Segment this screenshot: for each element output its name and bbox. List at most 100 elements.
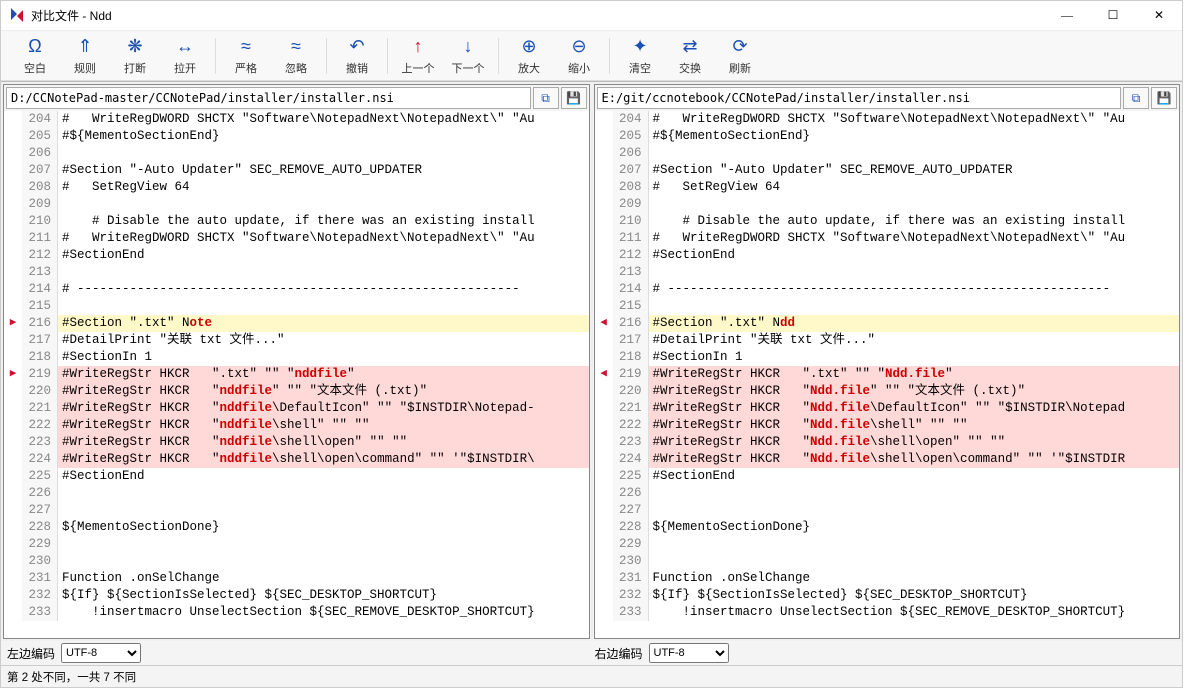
code-line[interactable]: 231Function .onSelChange [595, 570, 1180, 587]
code-line[interactable]: 227 [595, 502, 1180, 519]
code-line[interactable]: 217#DetailPrint "关联 txt 文件..." [4, 332, 589, 349]
rule-btn[interactable]: ⇑规则 [61, 33, 109, 79]
code-line[interactable]: 212#SectionEnd [595, 247, 1180, 264]
swap-btn[interactable]: ⇄交换 [666, 33, 714, 79]
zoomin-btn[interactable]: ⊕放大 [505, 33, 553, 79]
line-text: ${MementoSectionDone} [58, 519, 589, 536]
code-line[interactable]: 206 [4, 145, 589, 162]
code-line[interactable]: 233 !insertmacro UnselectSection ${SEC_R… [4, 604, 589, 621]
code-line[interactable]: 213 [4, 264, 589, 281]
code-line[interactable]: 215 [4, 298, 589, 315]
code-line[interactable]: 217#DetailPrint "关联 txt 文件..." [595, 332, 1180, 349]
line-text: # --------------------------------------… [58, 281, 589, 298]
right-path-input[interactable] [597, 87, 1122, 109]
code-line[interactable]: 228${MementoSectionDone} [4, 519, 589, 536]
code-line[interactable]: 220#WriteRegStr HKCR "nddfile" "" "文本文件 … [4, 383, 589, 400]
code-line[interactable]: 210 # Disable the auto update, if there … [4, 213, 589, 230]
status-bar: 第 2 处不同，一共 7 不同 [1, 665, 1182, 687]
code-line[interactable]: 209 [4, 196, 589, 213]
code-line[interactable]: 223#WriteRegStr HKCR "nddfile\shell\open… [4, 434, 589, 451]
code-line[interactable]: 215 [595, 298, 1180, 315]
code-line[interactable]: ◀216#Section ".txt" Ndd [595, 315, 1180, 332]
code-line[interactable]: 227 [4, 502, 589, 519]
right-code-view[interactable]: 204# WriteRegDWORD SHCTX "Software\Notep… [595, 111, 1180, 638]
code-line[interactable]: 222#WriteRegStr HKCR "Ndd.file\shell" ""… [595, 417, 1180, 434]
code-line[interactable]: 214# -----------------------------------… [4, 281, 589, 298]
code-line[interactable]: 213 [595, 264, 1180, 281]
line-text [58, 536, 589, 553]
left-path-input[interactable] [6, 87, 531, 109]
code-line[interactable]: 206 [595, 145, 1180, 162]
right-save-button[interactable]: 💾 [1151, 87, 1177, 109]
code-line[interactable]: 221#WriteRegStr HKCR "nddfile\DefaultIco… [4, 400, 589, 417]
line-text: #WriteRegStr HKCR "Ndd.file\shell" "" "" [649, 417, 1180, 434]
undo-btn[interactable]: ↶撤销 [333, 33, 381, 79]
code-line[interactable]: 209 [595, 196, 1180, 213]
code-line[interactable]: 232${If} ${SectionIsSelected} ${SEC_DESK… [595, 587, 1180, 604]
code-line[interactable]: 224#WriteRegStr HKCR "Ndd.file\shell\ope… [595, 451, 1180, 468]
code-line[interactable]: 205#${MementoSectionEnd} [595, 128, 1180, 145]
left-encoding-select[interactable]: UTF-8 [61, 643, 141, 663]
code-line[interactable]: 232${If} ${SectionIsSelected} ${SEC_DESK… [4, 587, 589, 604]
code-line[interactable]: 211# WriteRegDWORD SHCTX "Software\Notep… [4, 230, 589, 247]
code-line[interactable]: 223#WriteRegStr HKCR "Ndd.file\shell\ope… [595, 434, 1180, 451]
code-line[interactable]: 214# -----------------------------------… [595, 281, 1180, 298]
code-line[interactable]: 226 [4, 485, 589, 502]
next-btn[interactable]: ↓下一个 [444, 33, 492, 79]
code-line[interactable]: 222#WriteRegStr HKCR "nddfile\shell" "" … [4, 417, 589, 434]
right-encoding-select[interactable]: UTF-8 [649, 643, 729, 663]
line-number: 218 [613, 349, 649, 366]
code-line[interactable]: 224#WriteRegStr HKCR "nddfile\shell\open… [4, 451, 589, 468]
code-line[interactable]: 229 [4, 536, 589, 553]
code-line[interactable]: 208# SetRegView 64 [4, 179, 589, 196]
code-line[interactable]: ▶219#WriteRegStr HKCR ".txt" "" "nddfile… [4, 366, 589, 383]
gutter [4, 502, 22, 519]
code-line[interactable]: 207#Section "-Auto Updater" SEC_REMOVE_A… [595, 162, 1180, 179]
code-line[interactable]: 204# WriteRegDWORD SHCTX "Software\Notep… [595, 111, 1180, 128]
code-line[interactable]: 207#Section "-Auto Updater" SEC_REMOVE_A… [4, 162, 589, 179]
code-line[interactable]: 205#${MementoSectionEnd} [4, 128, 589, 145]
code-line[interactable]: 225#SectionEnd [4, 468, 589, 485]
line-number: 217 [22, 332, 58, 349]
ignore-btn[interactable]: ≈忽略 [272, 33, 320, 79]
code-line[interactable]: 218#SectionIn 1 [595, 349, 1180, 366]
code-line[interactable]: 211# WriteRegDWORD SHCTX "Software\Notep… [595, 230, 1180, 247]
prev-btn[interactable]: ↑上一个 [394, 33, 442, 79]
maximize-button[interactable]: ☐ [1090, 1, 1136, 31]
strict-btn[interactable]: ≈严格 [222, 33, 270, 79]
code-line[interactable]: 218#SectionIn 1 [4, 349, 589, 366]
right-copy-button[interactable]: ⧉ [1123, 87, 1149, 109]
zoomout-btn[interactable]: ⊖缩小 [555, 33, 603, 79]
clear-btn[interactable]: ✦清空 [616, 33, 664, 79]
code-line[interactable]: 212#SectionEnd [4, 247, 589, 264]
minimize-button[interactable]: — [1044, 1, 1090, 31]
line-text: #Section "-Auto Updater" SEC_REMOVE_AUTO… [649, 162, 1180, 179]
left-copy-button[interactable]: ⧉ [533, 87, 559, 109]
code-line[interactable]: 204# WriteRegDWORD SHCTX "Software\Notep… [4, 111, 589, 128]
code-line[interactable]: 229 [595, 536, 1180, 553]
code-line[interactable]: 230 [595, 553, 1180, 570]
break-btn[interactable]: ❋打断 [111, 33, 159, 79]
code-line[interactable]: 228${MementoSectionDone} [595, 519, 1180, 536]
code-line[interactable]: 210 # Disable the auto update, if there … [595, 213, 1180, 230]
code-line[interactable]: 220#WriteRegStr HKCR "Ndd.file" "" "文本文件… [595, 383, 1180, 400]
code-line[interactable]: 233 !insertmacro UnselectSection ${SEC_R… [595, 604, 1180, 621]
close-button[interactable]: ✕ [1136, 1, 1182, 31]
refresh-btn[interactable]: ⟳刷新 [716, 33, 764, 79]
code-line[interactable]: 225#SectionEnd [595, 468, 1180, 485]
expand-btn[interactable]: ↔拉开 [161, 33, 209, 79]
line-text: # Disable the auto update, if there was … [58, 213, 589, 230]
left-code-view[interactable]: 204# WriteRegDWORD SHCTX "Software\Notep… [4, 111, 589, 638]
code-line[interactable]: 221#WriteRegStr HKCR "Ndd.file\DefaultIc… [595, 400, 1180, 417]
code-line[interactable]: ◀219#WriteRegStr HKCR ".txt" "" "Ndd.fil… [595, 366, 1180, 383]
code-line[interactable]: 230 [4, 553, 589, 570]
whitespace-btn[interactable]: Ω空白 [11, 33, 59, 79]
code-line[interactable]: ▶216#Section ".txt" Note [4, 315, 589, 332]
line-text: #Section "-Auto Updater" SEC_REMOVE_AUTO… [58, 162, 589, 179]
code-line[interactable]: 208# SetRegView 64 [595, 179, 1180, 196]
left-save-button[interactable]: 💾 [561, 87, 587, 109]
line-number: 224 [22, 451, 58, 468]
line-number: 233 [613, 604, 649, 621]
code-line[interactable]: 231Function .onSelChange [4, 570, 589, 587]
code-line[interactable]: 226 [595, 485, 1180, 502]
